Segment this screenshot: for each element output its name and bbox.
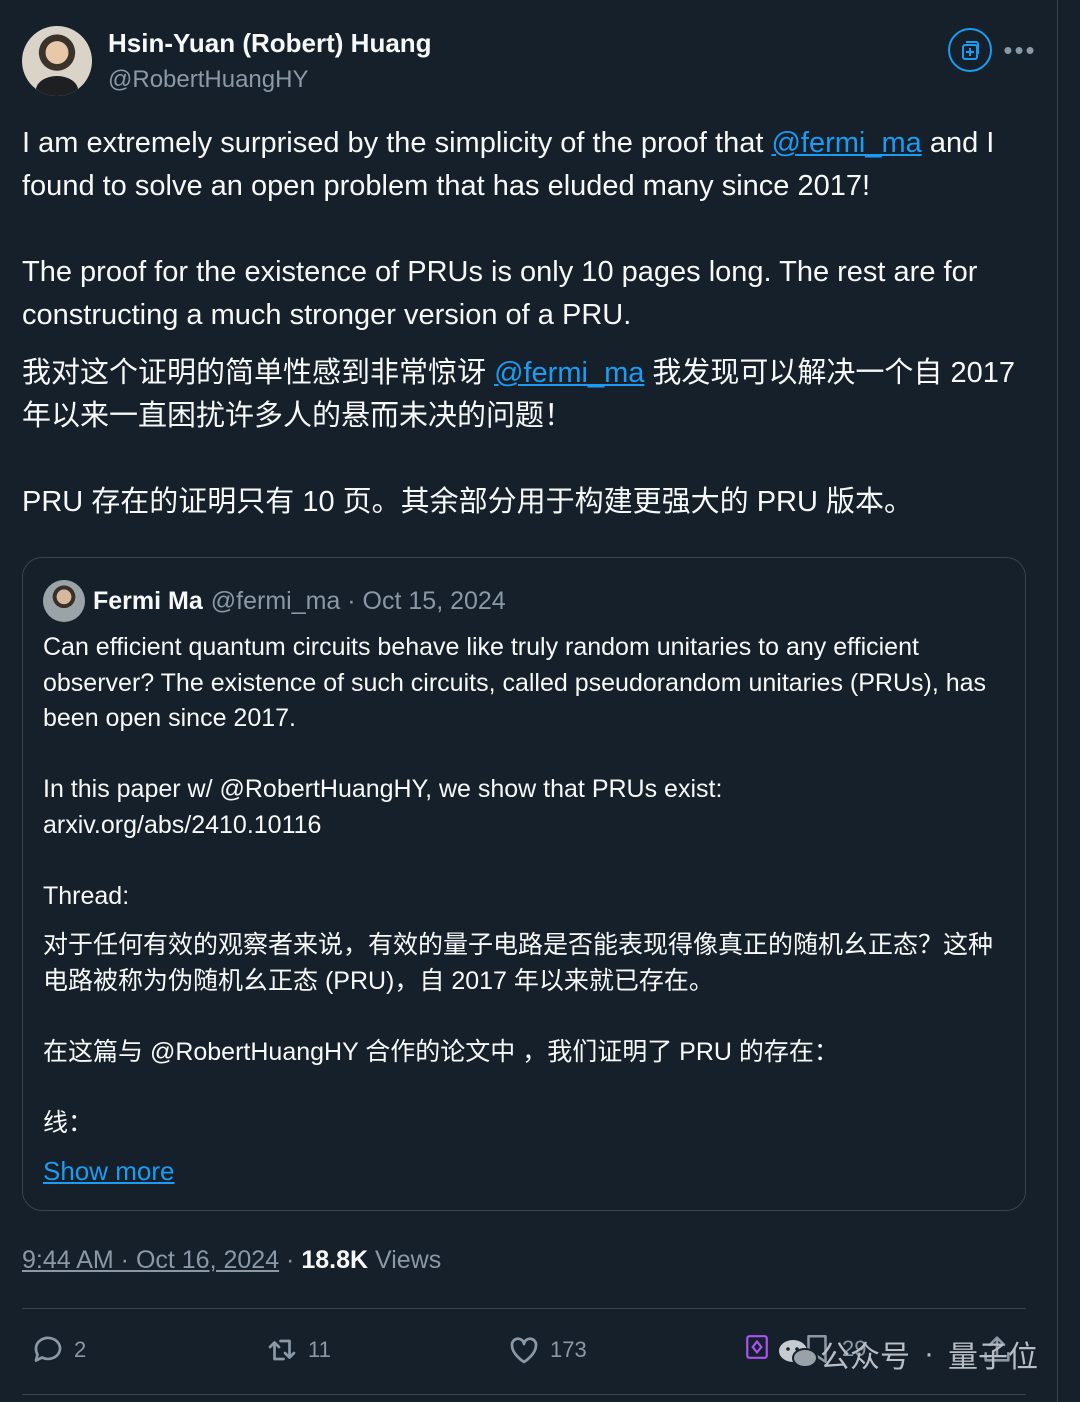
reply-count: 2 bbox=[74, 1337, 87, 1362]
grok-button[interactable] bbox=[744, 1332, 778, 1362]
tweet-paragraph-zh: PRU 存在的证明只有 10 页。其余部分用于构建更强大的 PRU 版本。 bbox=[22, 486, 914, 518]
like-icon bbox=[510, 1337, 538, 1364]
tweet-text: I am extremely surprised by the simplici… bbox=[22, 122, 1042, 524]
more-icon: ••• bbox=[1003, 34, 1037, 65]
reply-icon bbox=[34, 1336, 62, 1362]
reply-button[interactable]: 2 bbox=[30, 1332, 86, 1368]
views-label: Views bbox=[368, 1246, 442, 1274]
tweet-header: Hsin-Yuan (Robert) Huang @RobertHuangHY … bbox=[22, 24, 1040, 100]
divider bbox=[22, 1394, 1026, 1395]
quoted-paragraph-zh: 线： bbox=[43, 1108, 94, 1137]
column-border bbox=[1057, 0, 1058, 1402]
quoted-tweet-header: Fermi Ma @fermi_ma · Oct 15, 2024 bbox=[43, 580, 506, 622]
quoted-paragraph: In this paper w/ @RobertHuangHY, we show… bbox=[43, 775, 723, 803]
like-count: 173 bbox=[550, 1337, 587, 1362]
tweet-text-span: 我对这个证明的简单性感到非常惊讶 bbox=[22, 357, 495, 389]
quoted-link: arxiv.org/abs/2410.10116 bbox=[43, 810, 322, 839]
like-button[interactable]: 173 bbox=[506, 1332, 587, 1368]
tweet-paragraph: The proof for the existence of PRUs is o… bbox=[22, 256, 978, 331]
quoted-paragraph: Can efficient quantum circuits behave li… bbox=[43, 633, 987, 732]
tweet-timestamp[interactable]: 9:44 AM · Oct 16, 2024 bbox=[22, 1246, 279, 1274]
author-avatar[interactable] bbox=[22, 26, 92, 96]
meta-separator: · bbox=[279, 1246, 302, 1274]
watermark: 公众号 · 量子位 bbox=[776, 1332, 1038, 1376]
divider bbox=[22, 1308, 1026, 1309]
show-more-link[interactable]: Show more bbox=[43, 1156, 175, 1187]
quoted-paragraph-zh: 在这篇与 @RobertHuangHY 合作的论文中 ，我们证明了 PRU 的存… bbox=[43, 1037, 839, 1066]
watermark-left: 公众号 bbox=[820, 1341, 910, 1374]
views-count: 18.8K bbox=[301, 1246, 369, 1274]
subscribe-icon bbox=[962, 41, 979, 60]
watermark-separator: · bbox=[924, 1337, 934, 1370]
quoted-author-meta: @fermi_ma · Oct 15, 2024 bbox=[210, 586, 506, 615]
quoted-paragraph-zh: 对于任何有效的观察者来说，有效的量子电路是否能表现得像真正的随机幺正态？这种电路… bbox=[43, 931, 994, 995]
tweet-text-span: I am extremely surprised by the simplici… bbox=[22, 127, 772, 159]
grok-icon bbox=[746, 1335, 768, 1359]
quoted-author-name: Fermi Ma bbox=[93, 586, 203, 615]
wechat-icon bbox=[779, 1340, 818, 1368]
quoted-tweet[interactable]: Fermi Ma @fermi_ma · Oct 15, 2024 Can ef… bbox=[22, 557, 1026, 1211]
mention-link[interactable]: @fermi_ma bbox=[494, 357, 644, 389]
subscribe-button[interactable] bbox=[948, 28, 992, 72]
repost-count: 11 bbox=[308, 1337, 331, 1362]
quoted-paragraph: Thread: bbox=[43, 881, 130, 910]
author-name[interactable]: Hsin-Yuan (Robert) Huang bbox=[108, 28, 432, 59]
author-handle[interactable]: @RobertHuangHY bbox=[108, 66, 308, 94]
repost-button[interactable]: 11 bbox=[264, 1332, 331, 1368]
watermark-right: 量子位 bbox=[948, 1341, 1038, 1374]
mention-link[interactable]: @fermi_ma bbox=[771, 127, 921, 159]
quoted-author-avatar bbox=[43, 580, 85, 622]
repost-icon bbox=[268, 1339, 296, 1361]
tweet-paragraph: I am extremely surprised by the simplici… bbox=[22, 122, 1042, 208]
quoted-tweet-body: Can efficient quantum circuits behave li… bbox=[43, 630, 1003, 1141]
tweet-paragraph-zh: 我对这个证明的简单性感到非常惊讶 @fermi_ma 我发现可以解决一个自 20… bbox=[22, 352, 1042, 438]
tweet-meta: 9:44 AM · Oct 16, 2024 · 18.8K Views bbox=[22, 1246, 441, 1275]
more-button[interactable]: ••• bbox=[1000, 30, 1040, 70]
